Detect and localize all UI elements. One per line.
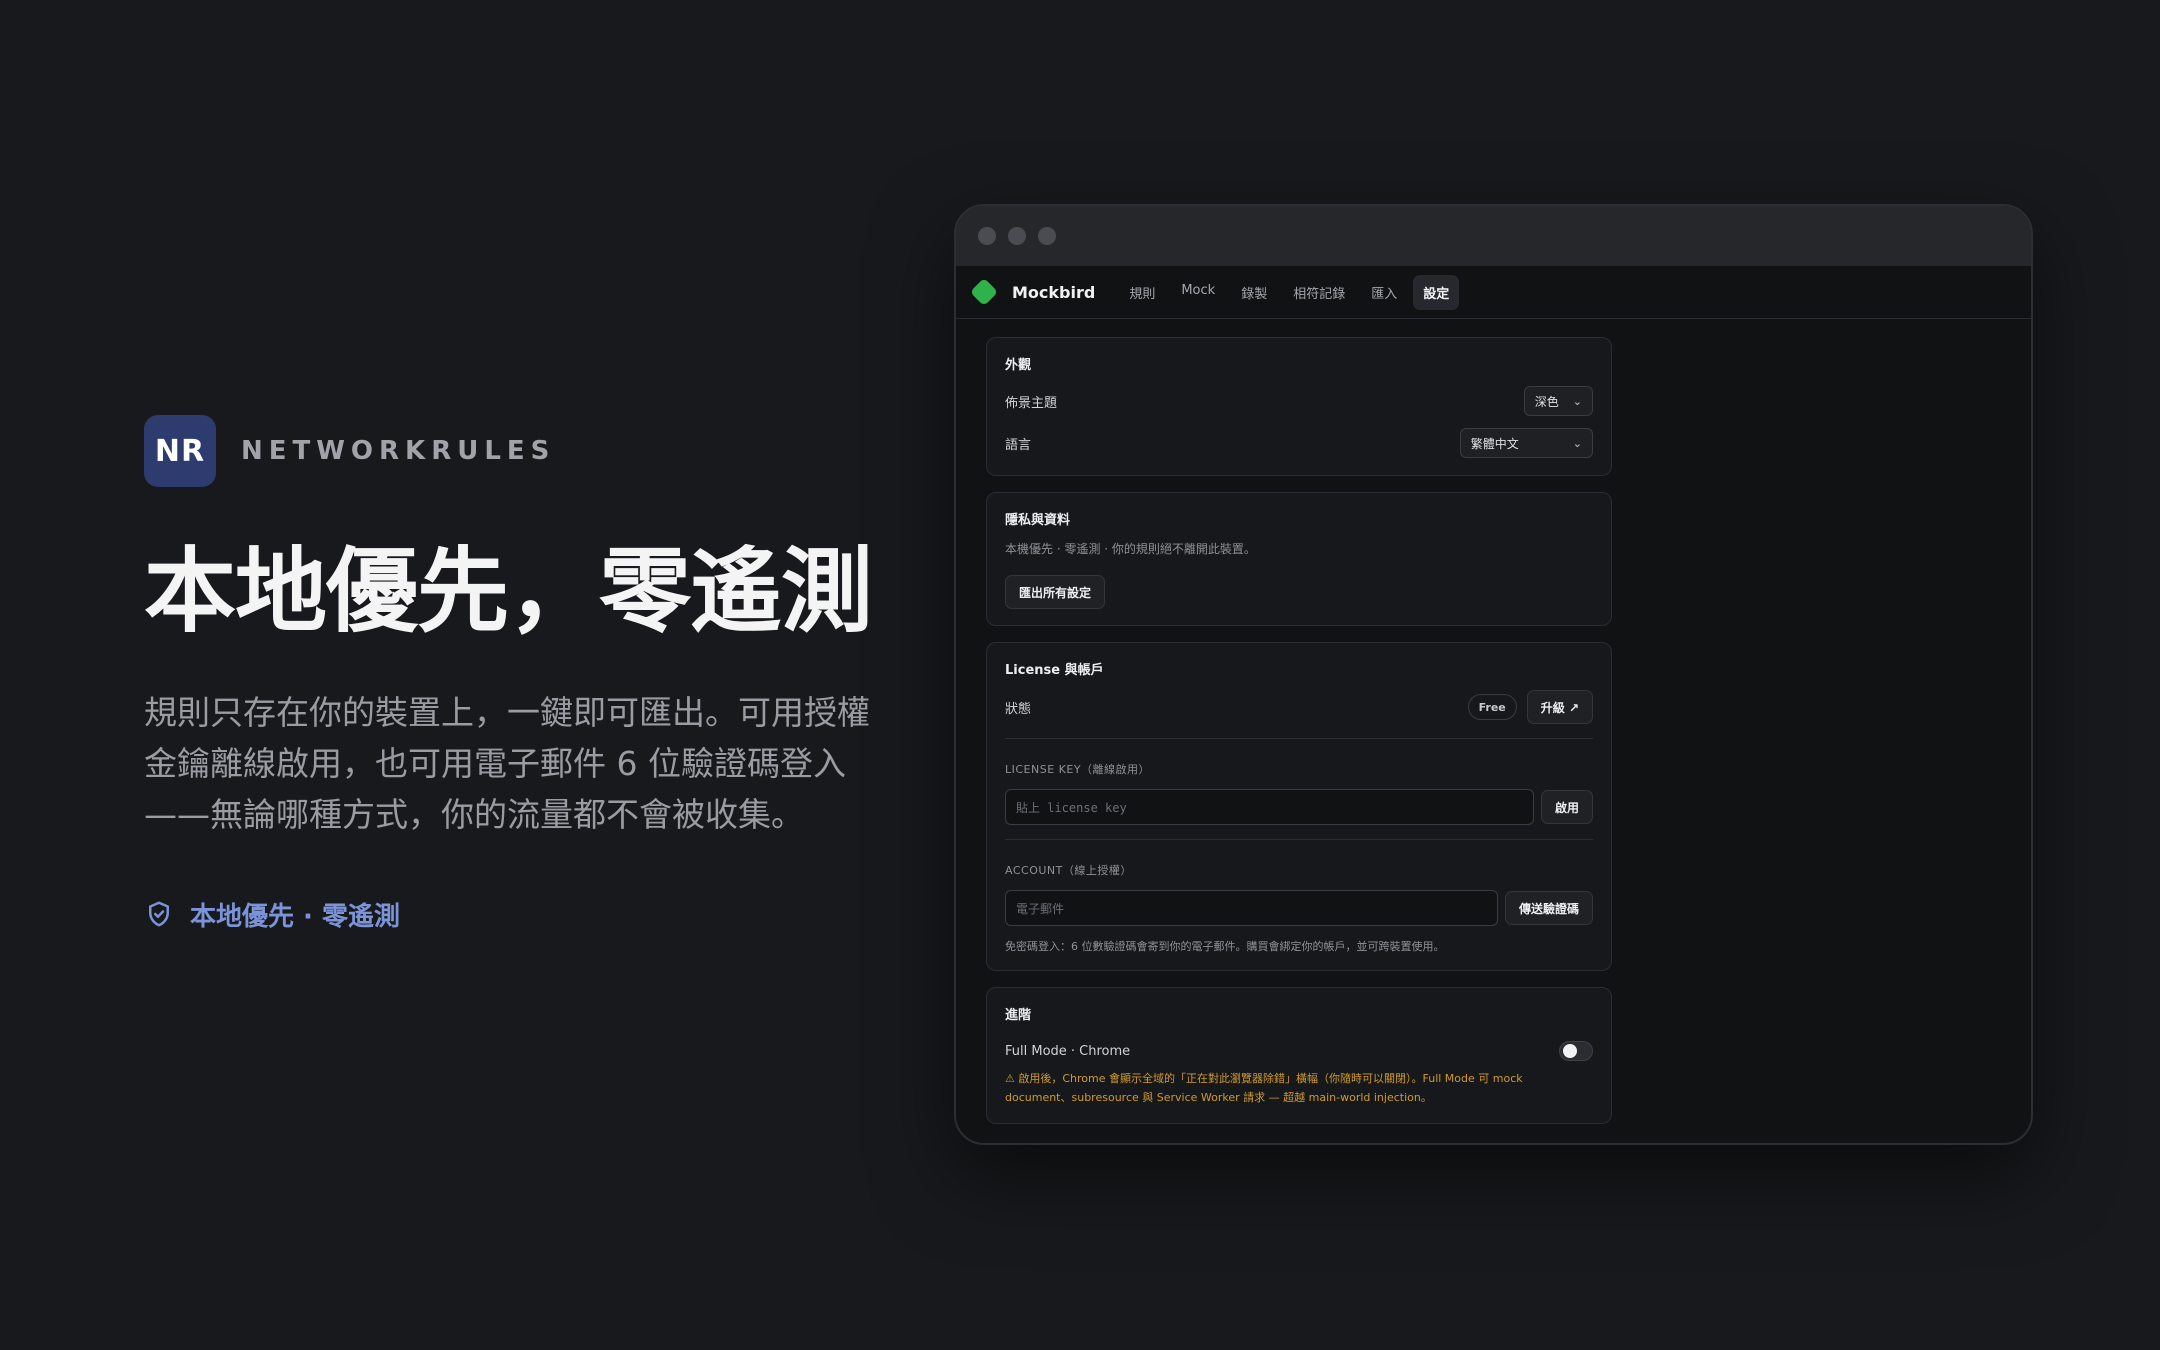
hero-description-line: 金鑰離線啟用，也可用電子郵件 6 位驗證碼登入 <box>144 743 846 783</box>
status-actions: Free 升級 ↗ <box>1467 690 1593 724</box>
account-label: ACCOUNT（線上授權） <box>1005 864 1132 877</box>
upgrade-button[interactable]: 升級 ↗ <box>1526 690 1593 724</box>
privacy-description: 本機優先 · 零遙測 · 你的規則絕不離開此裝置。 <box>1005 542 1256 556</box>
language-label: 語言 <box>1005 437 1032 453</box>
activate-button[interactable]: 啟用 <box>1540 790 1593 824</box>
mockbird-logo-icon <box>969 277 999 307</box>
language-select-value: 繁體中文 <box>1470 436 1519 451</box>
plan-badge: Free <box>1467 694 1517 720</box>
advanced-title: 進階 <box>1005 1008 1032 1023</box>
theme-select[interactable]: 深色 ⌄ <box>1523 386 1593 416</box>
shield-check-icon <box>149 901 169 927</box>
language-select[interactable]: 繁體中文 ⌄ <box>1459 428 1593 458</box>
divider <box>1005 839 1593 840</box>
brand: NR NETWORKRULES <box>144 415 904 487</box>
tab-matches[interactable]: 相符記錄 <box>1283 275 1355 310</box>
send-code-button[interactable]: 傳送驗證碼 <box>1504 891 1593 925</box>
chevron-down-icon: ⌄ <box>1572 436 1582 450</box>
tab-import[interactable]: 匯入 <box>1361 275 1407 310</box>
hero-description-line: ——無論哪種方式，你的流量都不會被收集。 <box>144 794 804 834</box>
warning-line: document、subresource 與 Service Worker 請求… <box>1005 1091 1432 1104</box>
privacy-title: 隱私與資料 <box>1005 513 1071 528</box>
email-input[interactable]: 電子郵件 <box>1005 890 1498 926</box>
full-mode-toggle[interactable] <box>1559 1041 1593 1061</box>
window-maximize-dot[interactable] <box>1038 227 1056 245</box>
full-mode-row: Full Mode · Chrome <box>1005 1035 1593 1067</box>
theme-row: 佈景主題 深色 ⌄ <box>1005 385 1593 417</box>
theme-label: 佈景主題 <box>1005 395 1058 411</box>
license-card: License 與帳戶 狀態 Free 升級 ↗ LICENSE KEY（離線啟… <box>986 642 1612 971</box>
privacy-card: 隱私與資料 本機優先 · 零遙測 · 你的規則絕不離開此裝置。 匯出所有設定 <box>986 492 1612 626</box>
brand-name: NETWORKRULES <box>241 436 556 466</box>
chevron-down-icon: ⌄ <box>1572 394 1582 408</box>
appearance-card: 外觀 佈景主題 深色 ⌄ 語言 繁體中文 ⌄ <box>986 337 1612 476</box>
full-mode-warning: ⚠ 啟用後，Chrome 會顯示全域的「正在對此瀏覽器除錯」橫幅（你隨時可以關閉… <box>1005 1069 1593 1107</box>
hero-title: 本地優先，零遙測 <box>144 538 873 645</box>
settings-content: 外觀 佈景主題 深色 ⌄ 語言 繁體中文 ⌄ 隱私與資料 本機優先 · 零遙測 … <box>956 319 2031 1124</box>
window-titlebar <box>956 206 2031 266</box>
toggle-knob <box>1563 1044 1577 1058</box>
license-key-label: LICENSE KEY（離線啟用） <box>1005 763 1151 776</box>
tab-mock[interactable]: Mock <box>1171 275 1225 310</box>
hero-description-line: 規則只存在你的裝置上，一鍵即可匯出。可用授權 <box>144 692 870 732</box>
status-row: 狀態 Free 升級 ↗ <box>1005 690 1593 724</box>
license-key-row: 貼上 license key 啟用 <box>1005 789 1593 825</box>
window-minimize-dot[interactable] <box>1008 227 1026 245</box>
advanced-card: 進階 Full Mode · Chrome ⚠ 啟用後，Chrome 會顯示全域… <box>986 987 1612 1124</box>
browser-window: Mockbird 規則 Mock 錄製 相符記錄 匯入 設定 外觀 佈景主題 深… <box>954 204 2033 1145</box>
export-settings-button[interactable]: 匯出所有設定 <box>1005 575 1106 609</box>
warning-line: ⚠ 啟用後，Chrome 會顯示全域的「正在對此瀏覽器除錯」橫幅（你隨時可以關閉… <box>1005 1072 1523 1085</box>
full-mode-label: Full Mode · Chrome <box>1005 1043 1131 1059</box>
license-title: License 與帳戶 <box>1005 663 1104 678</box>
hero-tag-label: 本地優先 · 零遙測 <box>190 901 400 932</box>
language-row: 語言 繁體中文 ⌄ <box>1005 427 1593 459</box>
brand-badge: NR <box>144 415 216 487</box>
hero-section: NR NETWORKRULES 本地優先，零遙測 規則只存在你的裝置上，一鍵即可… <box>144 415 904 933</box>
status-label: 狀態 <box>1005 701 1032 717</box>
window-close-dot[interactable] <box>978 227 996 245</box>
app-header: Mockbird 規則 Mock 錄製 相符記錄 匯入 設定 <box>956 266 2031 319</box>
login-hint: 免密碼登入：6 位數驗證碼會寄到你的電子郵件。購買會綁定你的帳戶，並可跨裝置使用… <box>1005 940 1445 953</box>
nav-tabs: 規則 Mock 錄製 相符記錄 匯入 設定 <box>1119 274 1460 310</box>
tab-settings[interactable]: 設定 <box>1413 274 1460 310</box>
hero-description: 規則只存在你的裝置上，一鍵即可匯出。可用授權 金鑰離線啟用，也可用電子郵件 6 … <box>144 687 884 840</box>
license-key-input[interactable]: 貼上 license key <box>1005 789 1534 825</box>
theme-select-value: 深色 <box>1534 394 1559 409</box>
app-name: Mockbird <box>1012 282 1096 302</box>
tab-record[interactable]: 錄製 <box>1231 275 1277 310</box>
account-row: 電子郵件 傳送驗證碼 <box>1005 890 1593 926</box>
appearance-title: 外觀 <box>1005 358 1032 373</box>
divider <box>1005 738 1593 739</box>
tab-rules[interactable]: 規則 <box>1119 275 1165 310</box>
hero-tag: 本地優先 · 零遙測 <box>144 896 904 933</box>
